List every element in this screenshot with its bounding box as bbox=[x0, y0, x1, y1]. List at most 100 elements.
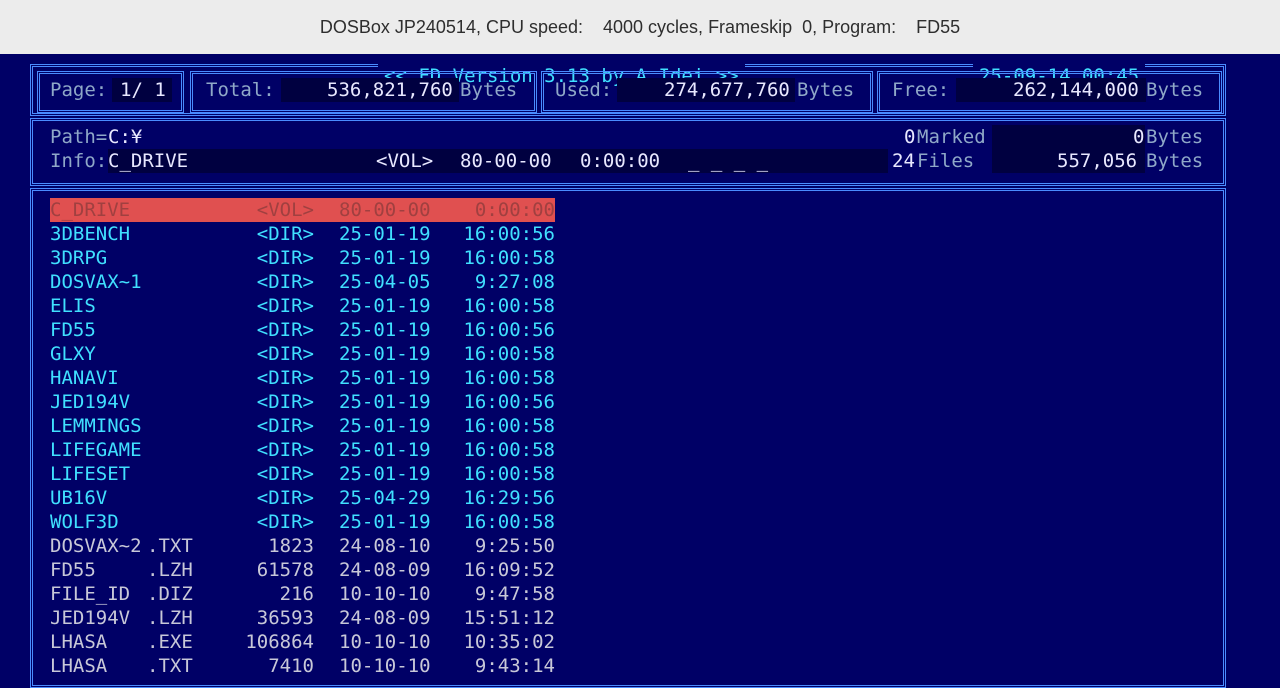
used-value: 274,677,760 bbox=[664, 79, 790, 101]
file-time: 16:00:58 bbox=[463, 439, 555, 461]
file-size: <DIR> bbox=[256, 415, 314, 437]
free-value: 262,144,000 bbox=[1013, 79, 1139, 101]
file-name: DOSVAX~2 bbox=[50, 535, 142, 557]
volume-row[interactable]: C_DRIVE <VOL> 80-00-00 0:00:00 bbox=[50, 198, 555, 222]
directory-row[interactable]: 3DRPG <DIR> 25-01-19 16:00:58 bbox=[50, 246, 555, 270]
file-size: 7410 bbox=[268, 655, 314, 677]
file-name: LHASA bbox=[50, 655, 108, 677]
file-date: 25-01-19 bbox=[339, 511, 431, 533]
files-bytes: 557,056 bbox=[1057, 150, 1138, 172]
directory-row[interactable]: UB16V <DIR> 25-04-29 16:29:56 bbox=[50, 486, 555, 510]
directory-row[interactable]: LIFEGAME <DIR> 25-01-19 16:00:58 bbox=[50, 438, 555, 462]
path-label: Path= bbox=[50, 126, 108, 148]
file-date: 10-10-10 bbox=[339, 583, 431, 605]
directory-row[interactable]: DOSVAX~1 <DIR> 25-04-05 9:27:08 bbox=[50, 270, 555, 294]
file-time: 16:00:56 bbox=[463, 223, 555, 245]
file-size: <VOL> bbox=[256, 199, 314, 221]
file-name: DOSVAX~1 bbox=[50, 271, 142, 293]
file-date: 25-01-19 bbox=[339, 391, 431, 413]
file-row[interactable]: FD55 .LZH 61578 24-08-09 16:09:52 bbox=[50, 558, 555, 582]
directory-row[interactable]: LEMMINGS <DIR> 25-01-19 16:00:58 bbox=[50, 414, 555, 438]
directory-row[interactable]: JED194V <DIR> 25-01-19 16:00:56 bbox=[50, 390, 555, 414]
file-extension: .LZH bbox=[147, 607, 193, 629]
file-size: <DIR> bbox=[256, 271, 314, 293]
marked-bytes-bg bbox=[992, 125, 1145, 149]
marked-label: Marked bbox=[917, 126, 986, 148]
directory-row[interactable]: GLXY <DIR> 25-01-19 16:00:58 bbox=[50, 342, 555, 366]
file-row[interactable]: LHASA .TXT 7410 10-10-10 9:43:14 bbox=[50, 654, 555, 678]
page-label: Page: bbox=[50, 79, 108, 101]
file-size: <DIR> bbox=[256, 343, 314, 365]
file-size: <DIR> bbox=[256, 367, 314, 389]
file-date: 80-00-00 bbox=[339, 199, 431, 221]
file-name: LIFEGAME bbox=[50, 439, 142, 461]
file-date: 25-01-19 bbox=[339, 439, 431, 461]
file-date: 25-01-19 bbox=[339, 463, 431, 485]
free-unit: Bytes bbox=[1146, 79, 1204, 101]
file-time: 16:00:58 bbox=[463, 343, 555, 365]
file-time: 9:27:08 bbox=[474, 271, 555, 293]
file-size: 36593 bbox=[256, 607, 314, 629]
free-label: Free: bbox=[892, 79, 950, 101]
info-attributes: _ _ _ _ bbox=[688, 150, 769, 172]
file-time: 16:00:58 bbox=[463, 367, 555, 389]
file-name: GLXY bbox=[50, 343, 96, 365]
file-date: 25-01-19 bbox=[339, 295, 431, 317]
directory-row[interactable]: 3DBENCH <DIR> 25-01-19 16:00:56 bbox=[50, 222, 555, 246]
file-name: ELIS bbox=[50, 295, 96, 317]
file-name: LIFESET bbox=[50, 463, 131, 485]
file-time: 10:35:02 bbox=[463, 631, 555, 653]
file-time: 9:25:50 bbox=[474, 535, 555, 557]
files-label: Files bbox=[917, 150, 975, 172]
file-size: <DIR> bbox=[256, 247, 314, 269]
used-label: Used: bbox=[555, 79, 613, 101]
file-name: JED194V bbox=[50, 607, 131, 629]
file-time: 16:09:52 bbox=[463, 559, 555, 581]
directory-row[interactable]: HANAVI <DIR> 25-01-19 16:00:58 bbox=[50, 366, 555, 390]
file-extension: .LZH bbox=[147, 559, 193, 581]
file-date: 25-01-19 bbox=[339, 319, 431, 341]
file-size: <DIR> bbox=[256, 223, 314, 245]
directory-row[interactable]: ELIS <DIR> 25-01-19 16:00:58 bbox=[50, 294, 555, 318]
file-name: LHASA bbox=[50, 631, 108, 653]
file-date: 25-01-19 bbox=[339, 247, 431, 269]
file-size: <DIR> bbox=[256, 391, 314, 413]
file-row[interactable]: FILE_ID .DIZ 216 10-10-10 9:47:58 bbox=[50, 582, 555, 606]
file-name: 3DRPG bbox=[50, 247, 108, 269]
file-time: 9:43:14 bbox=[474, 655, 555, 677]
directory-row[interactable]: WOLF3D <DIR> 25-01-19 16:00:58 bbox=[50, 510, 555, 534]
directory-row[interactable]: LIFESET <DIR> 25-01-19 16:00:58 bbox=[50, 462, 555, 486]
file-name: LEMMINGS bbox=[50, 415, 142, 437]
file-time: 16:00:58 bbox=[463, 511, 555, 533]
file-date: 25-01-19 bbox=[339, 415, 431, 437]
file-row[interactable]: DOSVAX~2 .TXT 1823 24-08-10 9:25:50 bbox=[50, 534, 555, 558]
directory-row[interactable]: FD55 <DIR> 25-01-19 16:00:56 bbox=[50, 318, 555, 342]
file-size: <DIR> bbox=[256, 463, 314, 485]
file-size: <DIR> bbox=[256, 295, 314, 317]
info-type: <VOL> bbox=[376, 150, 434, 172]
file-size: 1823 bbox=[268, 535, 314, 557]
file-size: <DIR> bbox=[256, 511, 314, 533]
used-unit: Bytes bbox=[797, 79, 855, 101]
file-time: 16:00:58 bbox=[463, 295, 555, 317]
file-time: 16:00:56 bbox=[463, 319, 555, 341]
file-row[interactable]: JED194V .LZH 36593 24-08-09 15:51:12 bbox=[50, 606, 555, 630]
info-name: C_DRIVE bbox=[108, 150, 189, 172]
file-size: 61578 bbox=[256, 559, 314, 581]
files-count: 24 bbox=[892, 150, 915, 172]
file-date: 25-01-19 bbox=[339, 223, 431, 245]
file-name: JED194V bbox=[50, 391, 131, 413]
info-date: 80-00-00 bbox=[460, 150, 552, 172]
file-size: <DIR> bbox=[256, 439, 314, 461]
file-date: 10-10-10 bbox=[339, 655, 431, 677]
file-row[interactable]: LHASA .EXE 106864 10-10-10 10:35:02 bbox=[50, 630, 555, 654]
file-extension: .TXT bbox=[147, 655, 193, 677]
file-extension: .DIZ bbox=[147, 583, 193, 605]
window-titlebar: DOSBox JP240514, CPU speed: 4000 cycles,… bbox=[0, 0, 1280, 55]
file-time: 16:00:56 bbox=[463, 391, 555, 413]
file-size: <DIR> bbox=[256, 319, 314, 341]
file-date: 10-10-10 bbox=[339, 631, 431, 653]
total-unit: Bytes bbox=[460, 79, 518, 101]
marked-count: 0 bbox=[904, 126, 916, 148]
info-label: Info: bbox=[50, 150, 108, 172]
